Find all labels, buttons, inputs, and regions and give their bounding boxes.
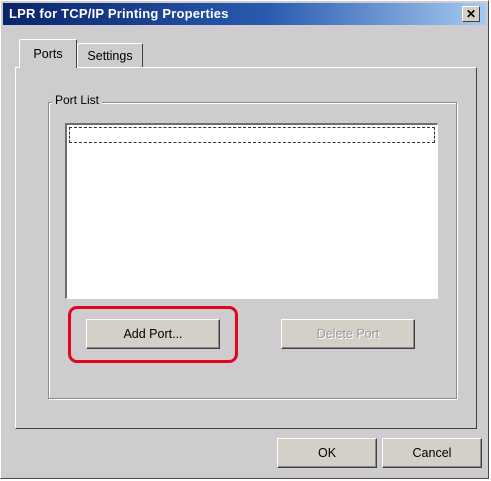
cancel-label: Cancel [412,446,452,460]
port-list-group-label: Port List [52,93,103,107]
close-icon: ✕ [465,7,477,21]
add-port-label: Add Port... [123,327,183,341]
add-port-button[interactable]: Add Port... [86,319,220,349]
delete-port-label: Delete Port [316,327,380,341]
window-title: LPR for TCP/IP Printing Properties [9,6,229,21]
ok-button[interactable]: OK [277,438,377,468]
tab-ports-label: Ports [33,47,63,61]
list-focus-row[interactable] [69,127,435,143]
tab-settings-label: Settings [87,48,133,63]
properties-dialog: LPR for TCP/IP Printing Properties ✕ Por… [0,0,489,479]
tab-settings[interactable]: Settings [77,43,143,67]
close-button[interactable]: ✕ [462,6,480,22]
ok-label: OK [317,446,337,460]
cancel-button[interactable]: Cancel [382,438,482,468]
delete-port-button[interactable]: Delete Port [281,319,415,349]
tab-ports[interactable]: Ports [19,39,77,68]
title-bar[interactable]: LPR for TCP/IP Printing Properties ✕ [3,3,486,25]
port-list-box[interactable] [65,123,438,299]
